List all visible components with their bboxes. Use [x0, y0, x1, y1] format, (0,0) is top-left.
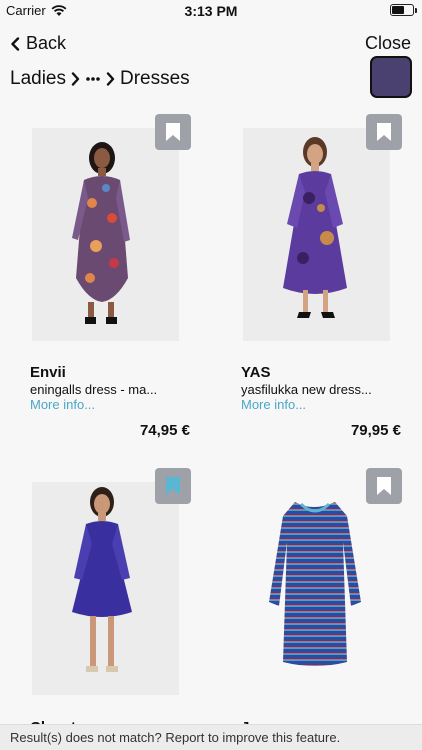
chevron-right-icon — [71, 72, 80, 86]
breadcrumb: Ladies Dresses — [10, 67, 190, 91]
breadcrumb-current: Dresses — [120, 68, 190, 89]
product-brand: YAS — [241, 364, 271, 381]
bookmark-filled-icon — [166, 477, 180, 495]
back-button[interactable]: Back — [10, 33, 66, 54]
status-bar: Carrier 3:13 PM — [0, 0, 422, 22]
product-description: yasfilukka new dress... — [241, 382, 372, 397]
bookmark-button[interactable] — [366, 468, 402, 504]
bookmark-icon — [377, 477, 391, 495]
breadcrumb-root[interactable]: Ladies — [10, 68, 66, 90]
product-description: eningalls dress - ma... — [30, 382, 158, 397]
back-label: Back — [26, 33, 67, 53]
product-image[interactable] — [32, 128, 179, 341]
battery-fill — [392, 6, 404, 14]
product-brand: Envii — [30, 364, 66, 381]
bookmark-button[interactable] — [366, 114, 402, 150]
close-button[interactable]: Close — [365, 33, 411, 54]
bookmark-button[interactable] — [155, 114, 191, 150]
chevron-left-icon — [11, 36, 20, 51]
product-image[interactable] — [243, 482, 390, 695]
chevron-right-icon — [106, 72, 115, 86]
product-price: 74,95 € — [139, 422, 190, 439]
bookmark-button[interactable] — [155, 468, 191, 504]
bookmark-icon — [377, 123, 391, 141]
battery-icon — [390, 4, 417, 16]
report-mismatch-bar[interactable]: Result(s) does not match? Report to impr… — [0, 724, 422, 750]
product-image[interactable] — [243, 128, 390, 341]
breadcrumb-more-icon[interactable] — [85, 76, 101, 82]
clock: 3:13 PM — [184, 3, 238, 19]
color-filter-swatch[interactable] — [370, 56, 412, 98]
more-info-link[interactable]: More info... — [30, 397, 95, 412]
product-image[interactable] — [32, 482, 179, 695]
product-price: 79,95 € — [350, 422, 401, 439]
more-info-link[interactable]: More info... — [241, 397, 306, 412]
bookmark-icon — [166, 123, 180, 141]
